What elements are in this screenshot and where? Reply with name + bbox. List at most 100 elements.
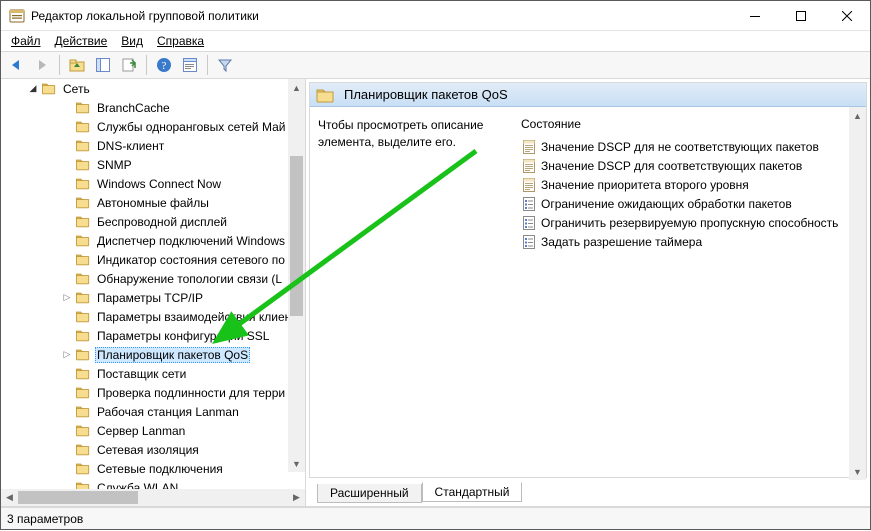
up-button[interactable] — [66, 54, 88, 76]
tree-label: Параметры конфигурации SSL — [95, 329, 271, 343]
tree-vertical-scrollbar[interactable]: ▲ ▼ — [288, 79, 305, 472]
tree-label: Параметры TCP/IP — [95, 291, 205, 305]
tree-item[interactable]: Сетевые подключения — [1, 459, 288, 478]
maximize-button[interactable] — [778, 1, 824, 30]
policy-template-icon — [521, 139, 537, 155]
folder-icon — [75, 139, 91, 153]
tree-label: Сетевая изоляция — [95, 443, 201, 457]
setting-item[interactable]: Задать разрешение таймера — [521, 232, 858, 251]
title-bar: Редактор локальной групповой политики — [1, 1, 870, 31]
tree-item[interactable]: Службы одноранговых сетей Май — [1, 117, 288, 136]
tab-standard[interactable]: Стандартный — [422, 482, 523, 502]
tree-item[interactable]: Сервер Lanman — [1, 421, 288, 440]
details-content: Планировщик пакетов QoS Чтобы просмотрет… — [309, 82, 867, 478]
tree-label: Windows Connect Now — [95, 177, 223, 191]
setting-label: Значение DSCP для не соответствующих пак… — [541, 140, 819, 154]
toolbar-separator — [59, 55, 60, 75]
menu-action[interactable]: Действие — [49, 32, 114, 50]
export-button[interactable] — [118, 54, 140, 76]
folder-icon — [75, 196, 91, 210]
expand-icon[interactable]: ▷ — [61, 292, 73, 303]
properties-button[interactable] — [179, 54, 201, 76]
app-window: Редактор локальной групповой политики Фа… — [0, 0, 871, 530]
setting-item[interactable]: Значение DSCP для не соответствующих пак… — [521, 137, 858, 156]
setting-item[interactable]: Ограничение ожидающих обработки пакетов — [521, 194, 858, 213]
tree-item[interactable]: Беспроводной дисплей — [1, 212, 288, 231]
tree-label: Служба WLAN — [95, 481, 180, 490]
tree-item[interactable]: Параметры взаимодействия клиен — [1, 307, 288, 326]
tree-item[interactable]: Индикатор состояния сетевого по — [1, 250, 288, 269]
tree-label: Сервер Lanman — [95, 424, 187, 438]
tree-item[interactable]: Диспетчер подключений Windows — [1, 231, 288, 250]
folder-icon — [41, 82, 57, 96]
window-title: Редактор локальной групповой политики — [31, 9, 732, 23]
help-button[interactable]: ? — [153, 54, 175, 76]
tree-label: Сетевые подключения — [95, 462, 225, 476]
tree-item[interactable]: DNS-клиент — [1, 136, 288, 155]
setting-label: Задать разрешение таймера — [541, 235, 702, 249]
tree-label: DNS-клиент — [95, 139, 166, 153]
folder-icon — [75, 215, 91, 229]
setting-label: Ограничить резервируемую пропускную спос… — [541, 216, 838, 230]
tree-item[interactable]: Автономные файлы — [1, 193, 288, 212]
folder-icon — [75, 120, 91, 134]
settings-list: Состояние Значение DSCP для не соответст… — [521, 117, 858, 467]
details-body: Чтобы просмотреть описание элемента, выд… — [310, 107, 866, 477]
tree-item-root[interactable]: ◢Сеть — [1, 79, 288, 98]
tree-item[interactable]: Поставщик сети — [1, 364, 288, 383]
content-area: ◢Сеть BranchCache Службы одноранговых сете… — [1, 79, 870, 507]
filter-button[interactable] — [214, 54, 236, 76]
tree-item[interactable]: Служба WLAN — [1, 478, 288, 489]
folder-icon — [75, 424, 91, 438]
settings-column-header[interactable]: Состояние — [521, 117, 858, 131]
tree-label: Планировщик пакетов QoS — [95, 347, 250, 363]
tree-horizontal-scrollbar[interactable]: ◀ ▶ — [1, 489, 305, 506]
details-pane: Планировщик пакетов QoS Чтобы просмотрет… — [306, 79, 870, 506]
tree-item[interactable]: Сетевая изоляция — [1, 440, 288, 459]
toolbar-separator — [207, 55, 208, 75]
tree-item[interactable]: ▷ Планировщик пакетов QoS — [1, 345, 288, 364]
expand-icon[interactable]: ▷ — [61, 349, 73, 360]
tree-view[interactable]: ◢Сеть BranchCache Службы одноранговых сете… — [1, 79, 305, 489]
tree-label: Проверка подлинности для терри — [95, 386, 287, 400]
close-button[interactable] — [824, 1, 870, 30]
tree-item[interactable]: Windows Connect Now — [1, 174, 288, 193]
tree-item[interactable]: Проверка подлинности для терри — [1, 383, 288, 402]
folder-icon — [75, 158, 91, 172]
show-tree-button[interactable] — [92, 54, 114, 76]
scrollbar-thumb[interactable] — [18, 491, 138, 504]
minimize-button[interactable] — [732, 1, 778, 30]
policy-template-icon — [521, 158, 537, 174]
setting-label: Значение приоритета второго уровня — [541, 178, 749, 192]
tree-item[interactable]: Рабочая станция Lanman — [1, 402, 288, 421]
tree-item[interactable]: SNMP — [1, 155, 288, 174]
tree-label: Рабочая станция Lanman — [95, 405, 241, 419]
setting-item[interactable]: Ограничить резервируемую пропускную спос… — [521, 213, 858, 232]
collapse-icon[interactable]: ◢ — [27, 83, 39, 94]
menu-help[interactable]: Справка — [151, 32, 210, 50]
setting-item[interactable]: Значение приоритета второго уровня — [521, 175, 858, 194]
folder-icon — [75, 177, 91, 191]
tree-label: Службы одноранговых сетей Май — [95, 120, 287, 134]
back-button[interactable] — [5, 54, 27, 76]
tree-item[interactable]: Параметры конфигурации SSL — [1, 326, 288, 345]
folder-icon — [316, 87, 334, 103]
setting-item[interactable]: Значение DSCP для соответствующих пакето… — [521, 156, 858, 175]
tree-item[interactable]: Обнаружение топологии связи (L — [1, 269, 288, 288]
scrollbar-thumb[interactable] — [290, 156, 303, 316]
tree-label: BranchCache — [95, 101, 172, 115]
menu-view[interactable]: Вид — [115, 32, 149, 50]
tab-extended[interactable]: Расширенный — [317, 484, 422, 503]
folder-icon — [75, 291, 91, 305]
menu-bar: Файл Действие Вид Справка — [1, 31, 870, 51]
menu-file[interactable]: Файл — [5, 32, 47, 50]
tree-item[interactable]: ▷ Параметры TCP/IP — [1, 288, 288, 307]
folder-icon — [75, 329, 91, 343]
forward-button[interactable] — [31, 54, 53, 76]
tree-label: Поставщик сети — [95, 367, 188, 381]
tree-item[interactable]: BranchCache — [1, 98, 288, 117]
tree-label: Беспроводной дисплей — [95, 215, 229, 229]
status-text: 3 параметров — [7, 512, 83, 526]
folder-icon — [75, 253, 91, 267]
details-vertical-scrollbar[interactable]: ▲▼ — [849, 107, 866, 480]
